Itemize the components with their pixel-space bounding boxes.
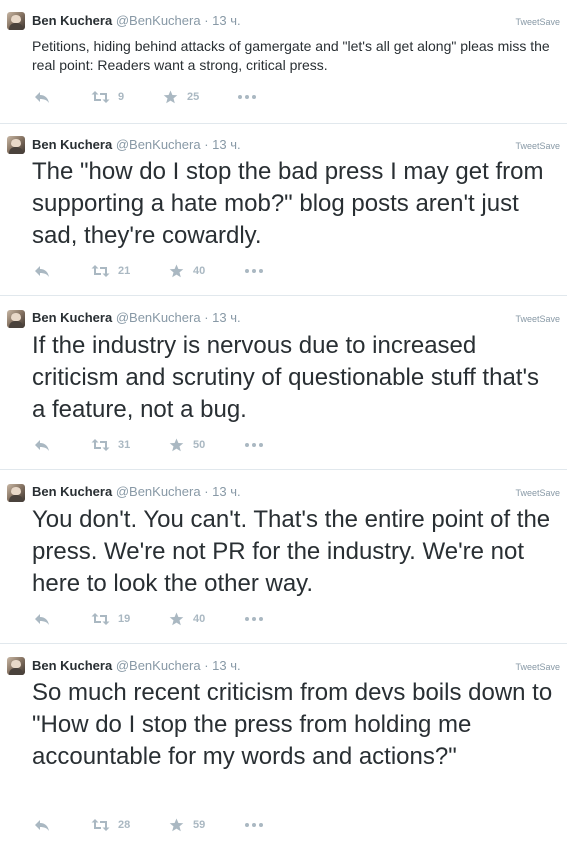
retweet-icon — [91, 819, 110, 831]
tweetsave-label[interactable]: TweetSave — [515, 140, 560, 152]
author-handle[interactable]: @BenKuchera — [116, 310, 201, 325]
favorite-count: 25 — [187, 91, 200, 103]
reply-icon — [35, 266, 49, 277]
more-button[interactable] — [244, 818, 264, 832]
more-icon — [245, 269, 263, 273]
reply-button[interactable] — [34, 612, 50, 626]
tweet-text: So much recent criticism from devs boils… — [32, 679, 553, 770]
favorite-count: 50 — [193, 439, 206, 451]
star-icon — [169, 612, 184, 626]
star-icon — [169, 818, 184, 832]
retweet-count: 31 — [118, 439, 131, 451]
reply-button[interactable] — [34, 264, 50, 278]
header-separator: · — [204, 658, 209, 673]
tweet-header: Ben Kuchera @BenKuchera · 13 ч. — [32, 658, 241, 674]
tweet-timestamp[interactable]: 13 ч. — [212, 13, 240, 28]
favorite-count: 40 — [193, 265, 206, 277]
star-icon — [169, 438, 184, 452]
header-separator: · — [204, 13, 209, 28]
tweet-timestamp[interactable]: 13 ч. — [212, 484, 240, 499]
author-name[interactable]: Ben Kuchera — [32, 13, 112, 28]
retweet-button[interactable] — [91, 818, 110, 832]
reply-icon — [35, 92, 49, 103]
more-icon — [245, 443, 263, 447]
tweet-text: You don't. You can't. That's the entire … — [32, 506, 551, 597]
author-avatar[interactable] — [7, 12, 25, 30]
author-handle[interactable]: @BenKuchera — [116, 658, 201, 673]
retweet-button[interactable] — [91, 612, 110, 626]
author-name[interactable]: Ben Kuchera — [32, 658, 112, 673]
author-name[interactable]: Ben Kuchera — [32, 310, 112, 325]
retweet-count: 21 — [118, 265, 131, 277]
favorite-button[interactable] — [163, 90, 178, 104]
header-separator: · — [204, 137, 209, 152]
more-button[interactable] — [237, 90, 257, 104]
retweet-button[interactable] — [91, 438, 110, 452]
tweet-card: Ben Kuchera @BenKuchera · 13 ч. TweetSav… — [0, 0, 567, 124]
author-name[interactable]: Ben Kuchera — [32, 137, 112, 152]
retweet-icon — [91, 613, 110, 625]
more-button[interactable] — [244, 438, 264, 452]
author-handle[interactable]: @BenKuchera — [116, 484, 201, 499]
tweet-card: Ben Kuchera @BenKuchera · 13 ч. TweetSav… — [0, 644, 567, 845]
favorite-button[interactable] — [169, 264, 184, 278]
tweet-text: Petitions, hiding behind attacks of game… — [32, 38, 550, 73]
favorite-count: 40 — [193, 613, 206, 625]
retweet-count: 9 — [118, 91, 125, 103]
reply-icon — [35, 440, 49, 451]
tweetsave-label[interactable]: TweetSave — [515, 313, 560, 325]
tweetsave-label[interactable]: TweetSave — [515, 487, 560, 499]
favorite-button[interactable] — [169, 612, 184, 626]
star-icon — [163, 90, 178, 104]
retweet-count: 28 — [118, 819, 131, 831]
more-button[interactable] — [244, 264, 264, 278]
favorite-button[interactable] — [169, 438, 184, 452]
more-icon — [245, 617, 263, 621]
author-avatar[interactable] — [7, 657, 25, 675]
retweet-button[interactable] — [91, 264, 110, 278]
tweetsave-label[interactable]: TweetSave — [515, 661, 560, 673]
reply-icon — [35, 614, 49, 625]
favorite-count: 59 — [193, 819, 206, 831]
tweet-timestamp[interactable]: 13 ч. — [212, 310, 240, 325]
author-avatar[interactable] — [7, 484, 25, 502]
reply-button[interactable] — [34, 438, 50, 452]
tweet-header: Ben Kuchera @BenKuchera · 13 ч. — [32, 484, 241, 500]
tweet-timestamp[interactable]: 13 ч. — [212, 658, 240, 673]
star-icon — [169, 264, 184, 278]
reply-button[interactable] — [34, 818, 50, 832]
header-separator: · — [204, 484, 209, 499]
author-avatar[interactable] — [7, 136, 25, 154]
author-avatar[interactable] — [7, 310, 25, 328]
tweet-card: Ben Kuchera @BenKuchera · 13 ч. TweetSav… — [0, 124, 567, 296]
reply-button[interactable] — [34, 90, 50, 104]
author-handle[interactable]: @BenKuchera — [116, 13, 201, 28]
tweetsave-label[interactable]: TweetSave — [515, 16, 560, 28]
more-icon — [245, 823, 263, 827]
tweet-card: Ben Kuchera @BenKuchera · 13 ч. TweetSav… — [0, 296, 567, 470]
header-separator: · — [204, 310, 209, 325]
tweet-card: Ben Kuchera @BenKuchera · 13 ч. TweetSav… — [0, 470, 567, 644]
favorite-button[interactable] — [169, 818, 184, 832]
tweet-header: Ben Kuchera @BenKuchera · 13 ч. — [32, 310, 241, 326]
retweet-icon — [91, 91, 110, 103]
author-handle[interactable]: @BenKuchera — [116, 137, 201, 152]
tweet-header: Ben Kuchera @BenKuchera · 13 ч. — [32, 13, 241, 29]
retweet-button[interactable] — [91, 90, 110, 104]
reply-icon — [35, 820, 49, 831]
more-icon — [238, 95, 256, 99]
retweet-icon — [91, 439, 110, 451]
tweet-timestamp[interactable]: 13 ч. — [212, 137, 240, 152]
retweet-count: 19 — [118, 613, 131, 625]
tweet-timeline: Ben Kuchera @BenKuchera · 13 ч. TweetSav… — [0, 0, 567, 845]
author-name[interactable]: Ben Kuchera — [32, 484, 112, 499]
tweet-text: The "how do I stop the bad press I may g… — [32, 158, 544, 249]
tweet-header: Ben Kuchera @BenKuchera · 13 ч. — [32, 137, 241, 153]
more-button[interactable] — [244, 612, 264, 626]
tweet-text: If the industry is nervous due to increa… — [32, 332, 540, 423]
retweet-icon — [91, 265, 110, 277]
